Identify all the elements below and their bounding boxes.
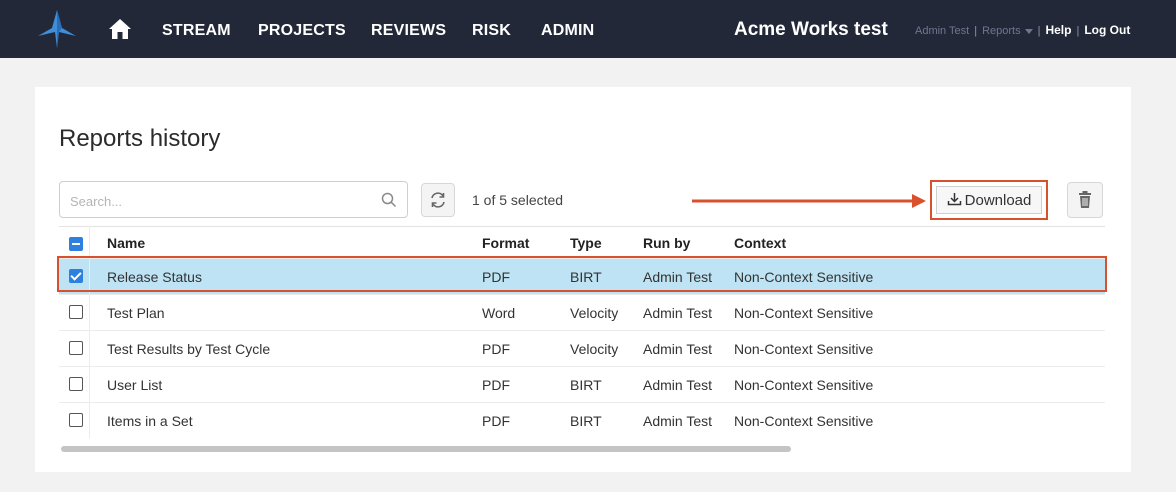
selection-status: 1 of 5 selected	[472, 192, 564, 208]
cell-name: Test Results by Test Cycle	[107, 341, 271, 357]
cell-type: Velocity	[570, 305, 619, 321]
column-header-context[interactable]: Context	[734, 235, 786, 251]
search-box	[59, 181, 408, 218]
table-row[interactable]: Items in a Set PDF BIRT Admin Test Non-C…	[59, 402, 1105, 439]
table-row[interactable]: Release Status PDF BIRT Admin Test Non-C…	[59, 258, 1105, 295]
nav-projects[interactable]: PROJECTS	[258, 0, 346, 58]
cell-run-by: Admin Test	[643, 377, 712, 393]
cell-name: Release Status	[107, 269, 202, 285]
cell-name: Items in a Set	[107, 413, 193, 429]
cell-type: BIRT	[570, 413, 602, 429]
cell-type: BIRT	[570, 269, 602, 285]
cell-format: PDF	[482, 413, 510, 429]
cell-format: PDF	[482, 377, 510, 393]
table-header: Name Format Type Run by Context	[59, 226, 1105, 259]
app-logo[interactable]	[36, 8, 78, 50]
download-button-face: Download	[936, 186, 1042, 214]
help-link[interactable]: Help	[1045, 23, 1071, 37]
reports-menu[interactable]: Reports	[982, 25, 1021, 37]
horizontal-scrollbar[interactable]	[59, 444, 1105, 454]
cell-name: User List	[107, 377, 163, 393]
cell-run-by: Admin Test	[643, 341, 712, 357]
row-checkbox[interactable]	[69, 377, 83, 391]
cell-type: Velocity	[570, 341, 619, 357]
app-title: Acme Works test	[734, 19, 888, 40]
cell-context: Non-Context Sensitive	[734, 269, 874, 285]
cell-run-by: Admin Test	[643, 269, 712, 285]
cell-context: Non-Context Sensitive	[734, 341, 874, 357]
top-navigation-bar: STREAM PROJECTS REVIEWS RISK ADMIN Acme …	[0, 0, 1176, 58]
column-header-type[interactable]: Type	[570, 235, 602, 251]
logout-link[interactable]: Log Out	[1084, 23, 1130, 37]
cell-context: Non-Context Sensitive	[734, 413, 874, 429]
column-divider	[89, 226, 90, 438]
column-header-format[interactable]: Format	[482, 235, 529, 251]
table-row[interactable]: Test Plan Word Velocity Admin Test Non-C…	[59, 294, 1105, 331]
search-icon[interactable]	[381, 192, 397, 208]
cell-context: Non-Context Sensitive	[734, 305, 874, 321]
cell-context: Non-Context Sensitive	[734, 377, 874, 393]
user-name-link[interactable]: Admin Test	[915, 25, 969, 37]
table-row[interactable]: Test Results by Test Cycle PDF Velocity …	[59, 330, 1105, 367]
column-header-run-by[interactable]: Run by	[643, 235, 690, 251]
column-header-name[interactable]: Name	[107, 235, 145, 251]
table-row[interactable]: User List PDF BIRT Admin Test Non-Contex…	[59, 366, 1105, 403]
nav-reviews[interactable]: REVIEWS	[371, 0, 446, 58]
scrollbar-thumb[interactable]	[61, 446, 791, 452]
cell-name: Test Plan	[107, 305, 165, 321]
home-icon[interactable]	[108, 18, 132, 40]
refresh-button[interactable]	[421, 183, 455, 217]
delete-button[interactable]	[1067, 182, 1103, 218]
user-menu-area: Admin Test | Reports | Help | Log Out	[915, 23, 1131, 37]
download-label: Download	[964, 192, 1032, 209]
refresh-icon	[431, 192, 445, 208]
select-all-checkbox[interactable]	[69, 237, 83, 251]
row-checkbox[interactable]	[69, 341, 83, 355]
page-title: Reports history	[59, 125, 221, 152]
cell-format: Word	[482, 305, 516, 321]
row-checkbox[interactable]	[69, 269, 83, 283]
search-input[interactable]	[68, 190, 372, 212]
trash-icon	[1079, 191, 1091, 208]
download-icon	[947, 193, 961, 206]
download-button[interactable]: Download	[930, 180, 1048, 220]
row-checkbox[interactable]	[69, 305, 83, 319]
row-checkbox[interactable]	[69, 413, 83, 427]
cell-type: BIRT	[570, 377, 602, 393]
chevron-down-icon[interactable]	[1024, 28, 1033, 34]
cell-format: PDF	[482, 341, 510, 357]
cell-format: PDF	[482, 269, 510, 285]
nav-admin[interactable]: ADMIN	[541, 0, 594, 58]
nav-stream[interactable]: STREAM	[162, 0, 231, 58]
arrow-annotation	[692, 194, 926, 208]
cell-run-by: Admin Test	[643, 413, 712, 429]
cell-run-by: Admin Test	[643, 305, 712, 321]
nav-risk[interactable]: RISK	[472, 0, 511, 58]
